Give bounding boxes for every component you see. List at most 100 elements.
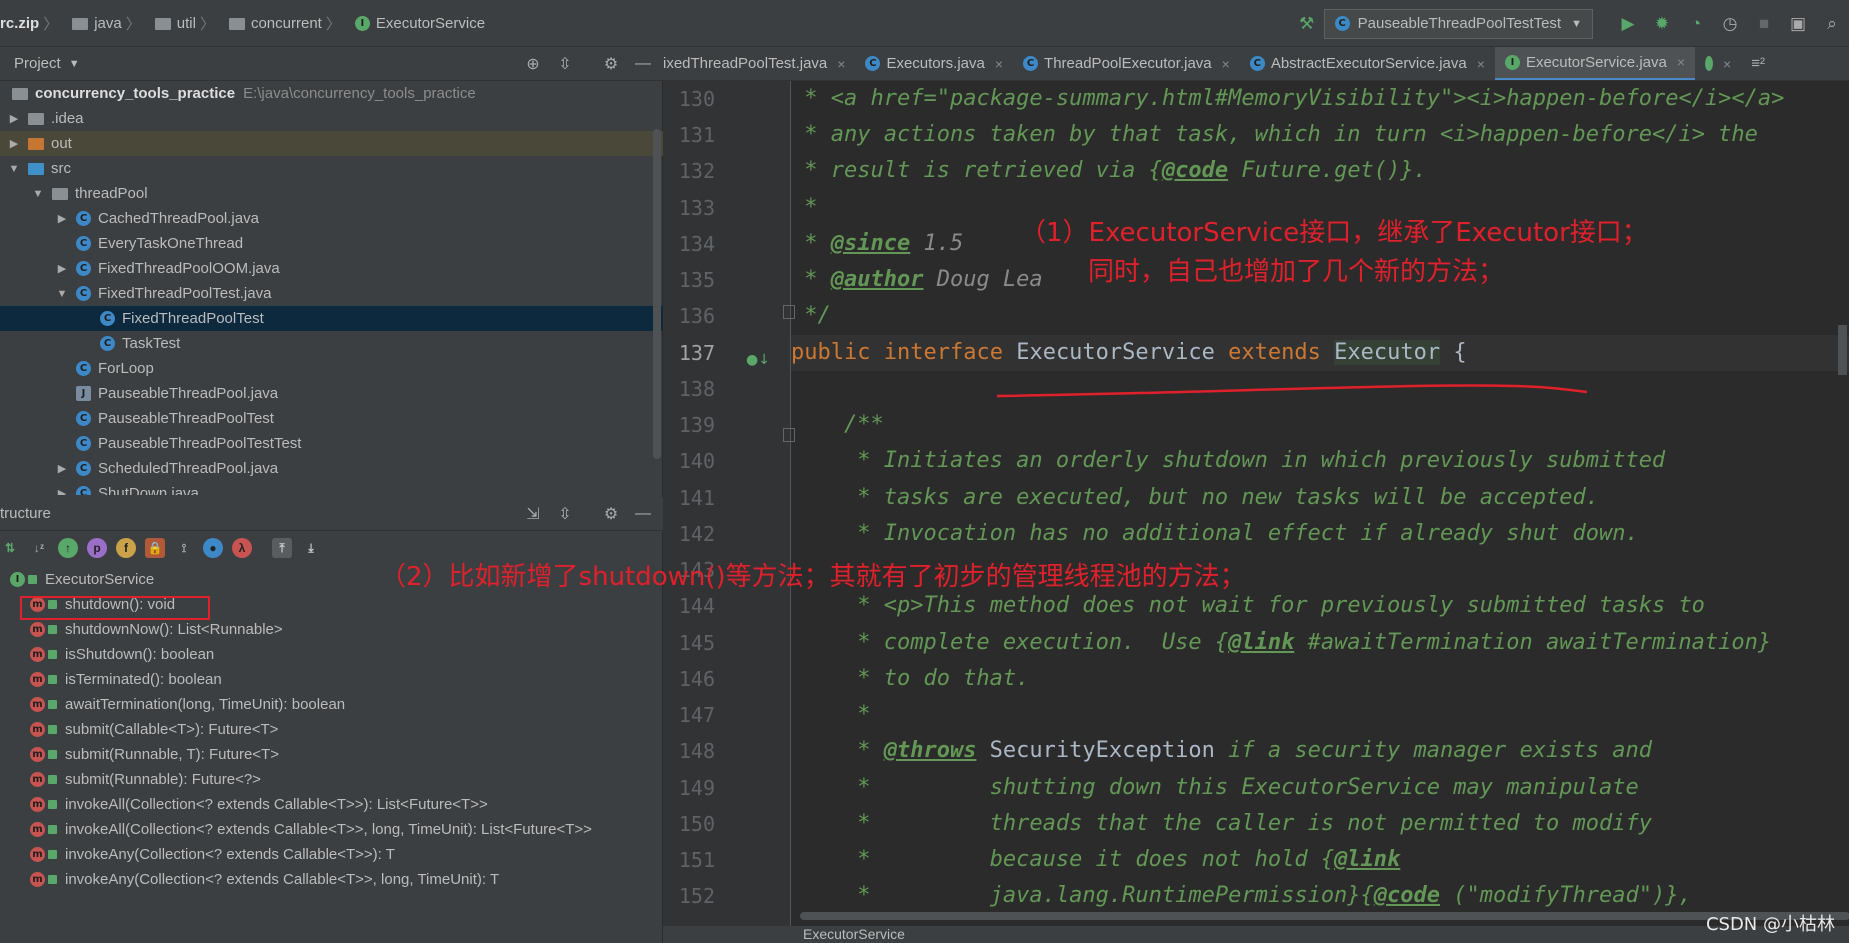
tree-item-cachedthreadpool[interactable]: ▶ C CachedThreadPool.java xyxy=(0,206,663,231)
tab-executors[interactable]: C Executors.java × xyxy=(855,47,1013,80)
breadcrumb-item-concurrent[interactable]: concurrent 〉 xyxy=(221,13,341,34)
tab-overflow[interactable]: × xyxy=(1695,47,1741,80)
structure-method-isshutdown[interactable]: m isShutdown(): boolean xyxy=(30,642,214,667)
show-lambdas-icon[interactable]: ● xyxy=(203,538,223,558)
method-label: awaitTermination(long, TimeUnit): boolea… xyxy=(65,696,346,713)
structure-method-invokeall[interactable]: m invokeAll(Collection<? extends Callabl… xyxy=(30,792,488,817)
breadcrumb-item-util[interactable]: util 〉 xyxy=(147,13,215,34)
structure-method-invokeany-timeout[interactable]: m invokeAny(Collection<? extends Callabl… xyxy=(30,867,499,892)
method-label: submit(Runnable): Future<?> xyxy=(65,771,261,788)
class-icon: C xyxy=(1334,16,1350,31)
tree-item-project-root[interactable]: concurrency_tools_practice E:\java\concu… xyxy=(0,81,663,106)
structure-root[interactable]: I ExecutorService xyxy=(10,567,154,592)
status-breadcrumb[interactable]: ExecutorService xyxy=(803,926,905,942)
tree-item-forloop[interactable]: C ForLoop xyxy=(0,356,663,381)
run-configuration-select[interactable]: C PauseableThreadPoolTestTest ▼ xyxy=(1323,8,1593,39)
show-properties-icon[interactable]: p xyxy=(87,538,107,558)
tree-item-fixedthreadpooltest-java[interactable]: ▼ C FixedThreadPoolTest.java xyxy=(0,281,663,306)
stop-icon[interactable]: ■ xyxy=(1753,13,1775,35)
tab-list-menu-icon[interactable]: ≡² xyxy=(1741,47,1775,80)
editor-breadcrumb-bar: ExecutorService xyxy=(663,926,1849,943)
line-number: 151 xyxy=(678,848,715,872)
breadcrumb-item-executorservice[interactable]: I ExecutorService xyxy=(347,15,485,32)
locate-target-icon[interactable]: ⊕ xyxy=(523,54,543,74)
tree-item-pauseablethreadpool[interactable]: J PauseableThreadPool.java xyxy=(0,381,663,406)
run-icon[interactable]: ▶ xyxy=(1617,13,1639,35)
close-icon[interactable]: × xyxy=(1222,56,1230,72)
close-icon[interactable]: × xyxy=(1723,56,1731,72)
structure-method-invokeany[interactable]: m invokeAny(Collection<? extends Callabl… xyxy=(30,842,395,867)
search-everywhere-icon[interactable]: ⌕ xyxy=(1821,13,1843,35)
tree-item-label: FixedThreadPoolTest.java xyxy=(98,285,272,302)
project-structure-icon[interactable]: ▣ xyxy=(1787,13,1809,35)
tree-item-label: out xyxy=(51,135,72,152)
close-icon[interactable]: × xyxy=(995,56,1003,72)
structure-method-submit-runnable-t[interactable]: m submit(Runnable, T): Future<T> xyxy=(30,742,279,767)
structure-method-awaittermination[interactable]: m awaitTermination(long, TimeUnit): bool… xyxy=(30,692,345,717)
tree-item-scheduledthreadpool[interactable]: ▶ C ScheduledThreadPool.java xyxy=(0,456,663,481)
structure-method-isterminated[interactable]: m isTerminated(): boolean xyxy=(30,667,222,692)
interface-icon: I xyxy=(10,572,25,587)
code-token: * xyxy=(791,702,871,727)
public-lock-icon xyxy=(28,575,37,584)
debug-bug-icon[interactable]: ✹ xyxy=(1651,13,1673,35)
tree-item-label: PauseableThreadPoolTestTest xyxy=(98,435,302,452)
tree-item-shutdown[interactable]: ▶ C ShutDown.java xyxy=(0,481,663,495)
autoscroll-from-source-icon[interactable]: ⤓ xyxy=(301,538,321,558)
tree-item-threadpool[interactable]: ▼ threadPool xyxy=(0,181,663,206)
minimize-icon[interactable]: — xyxy=(633,54,653,74)
collapse-all-icon[interactable]: ⇳ xyxy=(555,54,575,74)
collapse-all-icon[interactable]: ⇳ xyxy=(555,504,575,524)
implemented-by-gutter-icon[interactable]: ●↓ xyxy=(746,352,770,368)
tree-item-tasktest[interactable]: C TaskTest xyxy=(0,331,663,356)
tab-threadpoolexecutor[interactable]: C ThreadPoolExecutor.java × xyxy=(1013,47,1240,80)
sort-by-type-icon[interactable]: ⇅ xyxy=(0,538,20,558)
minimize-icon[interactable]: — xyxy=(633,504,653,524)
structure-method-submit-callable[interactable]: m submit(Callable<T>): Future<T> xyxy=(30,717,278,742)
line-number: 150 xyxy=(678,812,715,836)
close-icon[interactable]: × xyxy=(837,56,845,72)
tree-item-label: FixedThreadPoolOOM.java xyxy=(98,260,280,277)
tree-item-src[interactable]: ▼ src xyxy=(0,156,663,181)
tree-item-everytaskonethread[interactable]: C EveryTaskOneThread xyxy=(0,231,663,256)
show-non-public-icon[interactable]: 🔒 xyxy=(145,538,165,558)
breadcrumb-item-java[interactable]: java 〉 xyxy=(64,13,141,34)
gear-icon[interactable]: ⚙ xyxy=(601,504,621,524)
tab-abstractexecutorservice[interactable]: C AbstractExecutorService.java × xyxy=(1240,47,1495,80)
structure-method-submit-runnable[interactable]: m submit(Runnable): Future<?> xyxy=(30,767,261,792)
gear-icon[interactable]: ⚙ xyxy=(601,54,621,74)
code-token: * xyxy=(791,231,831,256)
tree-item-pauseablethreadpooltest[interactable]: C PauseableThreadPoolTest xyxy=(0,406,663,431)
code-token: interface xyxy=(883,340,1003,365)
close-icon[interactable]: × xyxy=(1677,54,1685,70)
build-hammer-icon[interactable]: ⚒ xyxy=(1296,13,1318,35)
code-editor[interactable]: * <a href="package-summary.html#MemoryVi… xyxy=(791,81,1849,926)
show-fields-icon[interactable]: f xyxy=(116,538,136,558)
sort-alphabetically-icon[interactable]: ↓ᶻ xyxy=(29,538,49,558)
tree-item-idea[interactable]: ▶ .idea xyxy=(0,106,663,131)
code-token: if a security manager exists and xyxy=(1214,738,1652,763)
tree-item-fixedthreadpooloom[interactable]: ▶ C FixedThreadPoolOOM.java xyxy=(0,256,663,281)
profile-icon[interactable]: ◷ xyxy=(1719,13,1741,35)
coverage-icon[interactable]: ◔ xyxy=(1685,13,1707,35)
class-icon: C xyxy=(76,436,91,451)
project-tree-scrollbar[interactable] xyxy=(653,129,661,459)
tree-item-pauseablethreadpooltesttest[interactable]: C PauseableThreadPoolTestTest xyxy=(0,431,663,456)
structure-method-invokeall-timeout[interactable]: m invokeAll(Collection<? extends Callabl… xyxy=(30,817,592,842)
structure-method-shutdownnow[interactable]: m shutdownNow(): List<Runnable> xyxy=(30,617,283,642)
tree-item-fixedthreadpooltest[interactable]: C FixedThreadPoolTest xyxy=(0,306,663,331)
tree-item-out[interactable]: ▶ out xyxy=(0,131,663,156)
editor-horizontal-scrollbar[interactable] xyxy=(800,912,1849,920)
show-inherited-icon[interactable]: ↑ xyxy=(58,538,78,558)
breadcrumb-item-zip[interactable]: rc.zip 〉 xyxy=(0,13,58,34)
expand-all-icon[interactable]: ⇲ xyxy=(523,504,543,524)
autoscroll-to-source-icon[interactable]: ⤒ xyxy=(272,538,292,558)
project-view-select[interactable]: Project ▼ xyxy=(0,55,80,72)
show-anonymous-icon[interactable]: ⟟ xyxy=(174,538,194,558)
tab-fixedthreadpooltest[interactable]: ixedThreadPoolTest.java × xyxy=(663,47,855,80)
tab-executorservice[interactable]: I ExecutorService.java × xyxy=(1494,47,1696,80)
lambda-icon[interactable]: λ xyxy=(232,538,252,558)
close-icon[interactable]: × xyxy=(1477,56,1485,72)
navigation-bar: rc.zip 〉 java 〉 util 〉 concurrent 〉 I Executo… xyxy=(0,0,1849,47)
editor-scrollbar[interactable] xyxy=(1838,325,1847,375)
